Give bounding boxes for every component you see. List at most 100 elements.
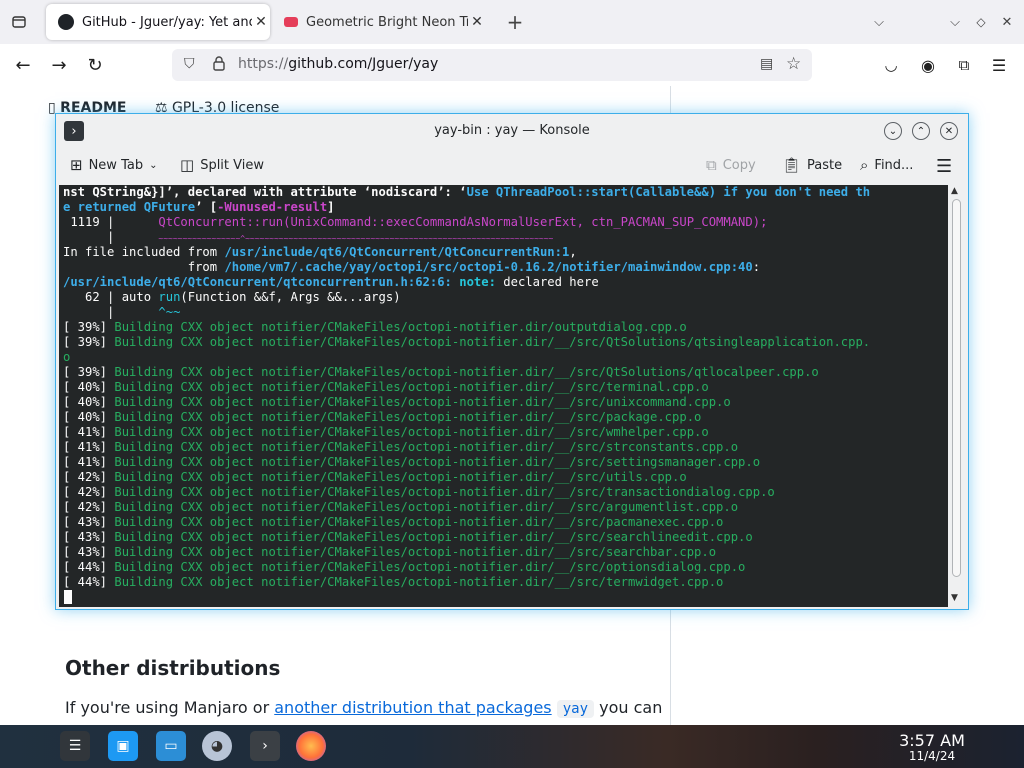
build-percent: [ 43%]	[63, 530, 115, 544]
lock-icon[interactable]	[212, 55, 226, 75]
maximize-icon[interactable]: ⌃	[912, 122, 930, 140]
terminal-line: from /home/vm7/.cache/yay/octopi/src/oct…	[63, 260, 760, 275]
build-percent: [ 44%]	[63, 560, 115, 574]
line-text: note:	[451, 275, 504, 289]
close-icon[interactable]: ✕	[252, 14, 270, 30]
build-text: Building CXX object notifier/CMakeFiles/…	[114, 470, 687, 484]
window-minimize-icon[interactable]: ⌵	[942, 9, 968, 35]
new-tab-button[interactable]: +	[502, 9, 528, 35]
scrollbar-thumb[interactable]	[952, 199, 961, 577]
close-icon[interactable]: ✕	[940, 122, 958, 140]
tab-title: GitHub - Jguer/yay: Yet another	[82, 14, 252, 30]
clock-date[interactable]: 11/4/24	[890, 749, 974, 763]
build-line: [ 39%] Building CXX object notifier/CMak…	[63, 335, 870, 350]
terminal-scrollbar[interactable]: ▲ ▼	[949, 185, 965, 607]
build-text: Building CXX object notifier/CMakeFiles/…	[114, 395, 731, 409]
line-text: |	[63, 305, 159, 319]
line-text: ~~~~~~~~~~~~~~~~~^~~~~~~~~~~~~~~~~~~~~~~…	[158, 234, 554, 243]
build-percent: [ 40%]	[63, 395, 115, 409]
build-text: Building CXX object notifier/CMakeFiles/…	[114, 545, 717, 559]
build-text: Building CXX object notifier/CMakeFiles/…	[114, 320, 687, 334]
menu-icon[interactable]: ☰	[986, 52, 1012, 78]
line-text: /usr/include/qt6/QtConcurrent/QtConcurre…	[224, 245, 570, 259]
firefox-icon[interactable]	[296, 731, 326, 761]
build-percent: [ 41%]	[63, 425, 115, 439]
build-percent: [ 41%]	[63, 440, 115, 454]
line-text: from	[63, 260, 225, 274]
terminal-line: /usr/include/qt6/QtConcurrent/qtconcurre…	[63, 275, 599, 290]
shield-icon[interactable]: ⛉	[184, 56, 195, 72]
window-restore-icon[interactable]: ◇	[968, 9, 994, 35]
browser-nav-bar: ← → ↻ ⛉ https://github.com/Jguer/yay ▤ ☆…	[0, 44, 1024, 87]
line-text: QtConcurrent::run(UnixCommand::execComma…	[158, 215, 768, 229]
build-line: [ 44%] Building CXX object notifier/CMak…	[63, 575, 723, 590]
find-button[interactable]: ⌕ Find...	[860, 156, 913, 174]
build-text: Building CXX object notifier/CMakeFiles/…	[114, 500, 739, 514]
forward-arrow-icon[interactable]: →	[46, 52, 72, 78]
window-close-icon[interactable]: ✕	[994, 9, 1020, 35]
url-text[interactable]: https://github.com/Jguer/yay	[238, 56, 438, 72]
minimize-icon[interactable]: ⌄	[884, 122, 902, 140]
build-text: Building CXX object notifier/CMakeFiles/…	[114, 380, 709, 394]
build-text: Building CXX object notifier/CMakeFiles/…	[114, 455, 761, 469]
line-text: nst QString&}]’, declared with attribute…	[63, 185, 467, 199]
discover-store-icon[interactable]: ▣	[108, 731, 138, 761]
line-text: (Function &&f, Args &&...args)	[180, 290, 401, 304]
scroll-down-icon[interactable]: ▼	[951, 593, 958, 603]
line-text: Use QThreadPool::start(Callable&&) if yo…	[466, 185, 871, 199]
build-line: [ 40%] Building CXX object notifier/CMak…	[63, 410, 701, 425]
build-percent: [ 42%]	[63, 500, 115, 514]
terminal-line: 62 | auto run(Function &&f, Args &&...ar…	[63, 290, 401, 305]
build-text: Building CXX object notifier/CMakeFiles/…	[114, 365, 819, 379]
octopi-icon[interactable]: ◕	[202, 731, 232, 761]
reader-view-icon[interactable]: ▤	[760, 56, 773, 72]
extensions-icon[interactable]: ⧉	[951, 52, 977, 78]
distribution-link[interactable]: another distribution that packages	[274, 698, 551, 717]
pocket-icon[interactable]: ◡	[878, 52, 904, 78]
url-bar[interactable]: ⛉ https://github.com/Jguer/yay ▤ ☆	[172, 49, 812, 81]
terminal-line: 1119 | QtConcurrent::run(UnixCommand::ex…	[63, 215, 767, 230]
build-line: [ 43%] Building CXX object notifier/CMak…	[63, 545, 716, 560]
konsole-window: › yay-bin : yay — Konsole ⌄ ⌃ ✕ ⊞ New Ta…	[55, 113, 969, 610]
hamburger-menu-button[interactable]: ☰	[936, 156, 952, 177]
chevron-down-icon: ⌄	[149, 159, 158, 171]
konsole-task-icon[interactable]: ›	[250, 731, 280, 761]
bookmark-star-icon[interactable]: ☆	[786, 54, 801, 74]
build-percent: [ 43%]	[63, 545, 115, 559]
build-percent: [ 42%]	[63, 470, 115, 484]
close-icon[interactable]: ✕	[468, 14, 486, 30]
tab-overflow-chevron-icon[interactable]: ⌵	[866, 9, 892, 35]
back-arrow-icon[interactable]: ←	[10, 52, 36, 78]
tab-youtube[interactable]: Geometric Bright Neon Tr ✕	[274, 4, 486, 40]
build-text: Building CXX object notifier/CMakeFiles/…	[114, 515, 724, 529]
new-tab-button[interactable]: ⊞ New Tab ⌄	[70, 156, 157, 174]
copy-button[interactable]: ⧉ Copy	[706, 156, 756, 174]
line-text: /home/vm7/.cache/yay/octopi/src/octopi-0…	[224, 260, 753, 274]
build-line: o	[63, 350, 70, 365]
find-label: Find...	[874, 157, 914, 173]
terminal-output[interactable]: nst QString&}]’, declared with attribute…	[59, 185, 948, 607]
build-percent: [ 41%]	[63, 455, 115, 469]
build-text: Building CXX object notifier/CMakeFiles/…	[114, 425, 709, 439]
account-icon[interactable]: ◉	[915, 52, 941, 78]
line-text: ]	[327, 200, 335, 214]
file-manager-icon[interactable]: ▭	[156, 731, 186, 761]
tab-list-icon[interactable]	[6, 9, 32, 35]
build-text: Building CXX object notifier/CMakeFiles/…	[114, 335, 871, 349]
build-percent: [ 44%]	[63, 575, 115, 589]
app-launcher-icon[interactable]: ☰	[60, 731, 90, 761]
split-view-button[interactable]: ◫ Split View	[180, 156, 264, 174]
reload-icon[interactable]: ↻	[82, 52, 108, 78]
paste-button[interactable]: 📋︎ Paste	[782, 156, 842, 174]
scroll-up-icon[interactable]: ▲	[951, 186, 958, 196]
clock-time[interactable]: 3:57 AM	[890, 731, 974, 750]
line-text: run	[158, 290, 181, 304]
terminal-cursor	[64, 590, 72, 604]
build-text: Building CXX object notifier/CMakeFiles/…	[114, 560, 746, 574]
konsole-titlebar[interactable]: › yay-bin : yay — Konsole ⌄ ⌃ ✕	[56, 114, 968, 148]
page-paragraph: If you're using Manjaro or another distr…	[65, 698, 662, 718]
build-text: Building CXX object notifier/CMakeFiles/…	[114, 575, 724, 589]
tab-github-yay[interactable]: GitHub - Jguer/yay: Yet another ✕	[46, 4, 270, 40]
build-percent: [ 40%]	[63, 410, 115, 424]
line-text: e returned QFuture	[63, 200, 196, 214]
